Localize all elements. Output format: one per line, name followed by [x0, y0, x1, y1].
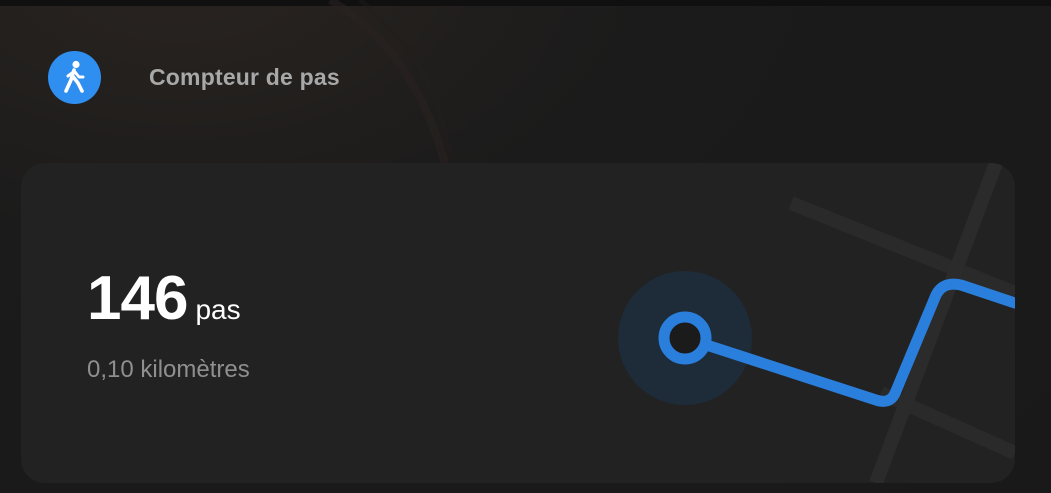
steps-count: 146 [87, 264, 188, 333]
walking-person-icon[interactable] [48, 50, 101, 104]
steps-row: 146 pas [87, 263, 241, 334]
start-point-marker [658, 311, 712, 365]
distance-text: 0,10 kilomètres [87, 356, 250, 383]
step-counter-screen: Compteur de pas 146 pas 0,10 kilomètres [0, 0, 1051, 493]
status-bar-strip [0, 0, 1051, 6]
step-summary-card[interactable]: 146 pas 0,10 kilomètres [21, 163, 1015, 483]
app-header: Compteur de pas [48, 50, 340, 104]
steps-unit: pas [195, 294, 241, 325]
app-title: Compteur de pas [149, 63, 340, 90]
